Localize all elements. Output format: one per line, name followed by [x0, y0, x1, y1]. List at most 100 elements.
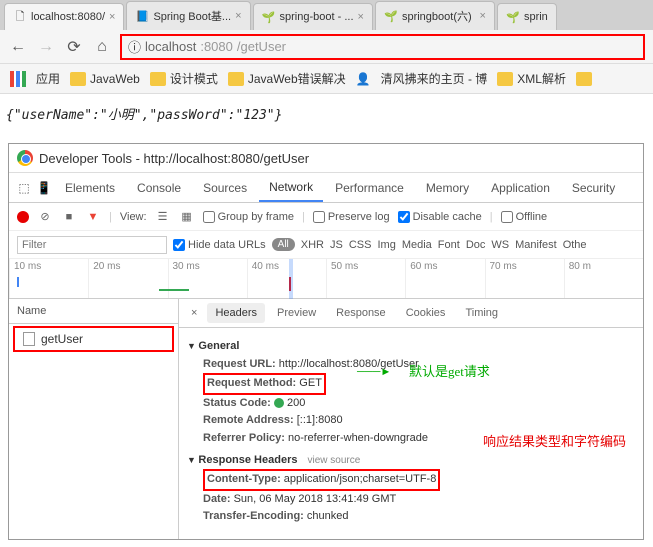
filter-img[interactable]: Img: [377, 239, 395, 251]
bookmark-folder[interactable]: JavaWeb: [70, 72, 140, 86]
filter-manifest[interactable]: Manifest: [515, 239, 557, 251]
apps-icon[interactable]: [10, 71, 26, 87]
panel-network[interactable]: Network: [259, 174, 323, 202]
bookmarks-bar: 应用 JavaWeb 设计模式 JavaWeb错误解决 👤 清风拂来的主页 - 博…: [0, 64, 653, 94]
checkbox-label: Offline: [516, 211, 548, 223]
content-type-row: Content-Type: application/json;charset=U…: [203, 469, 635, 491]
bookmark-folder[interactable]: 设计模式: [150, 70, 218, 87]
url-input[interactable]: ⓘ localhost:8080/getUser: [120, 34, 645, 60]
info-icon[interactable]: ⓘ: [128, 37, 141, 56]
filter-font[interactable]: Font: [438, 239, 460, 251]
network-filter-bar: Hide data URLs All XHR JS CSS Img Media …: [9, 231, 643, 259]
filter-all[interactable]: All: [272, 238, 295, 251]
panel-performance[interactable]: Performance: [325, 175, 414, 201]
devtools-panel-tabs: ⬚ 📱 Elements Console Sources Network Per…: [9, 173, 643, 203]
detail-tab-response[interactable]: Response: [328, 303, 394, 323]
general-section[interactable]: General: [187, 338, 635, 356]
panel-elements[interactable]: Elements: [55, 175, 125, 201]
close-icon[interactable]: ×: [358, 11, 364, 23]
headers-body: General Request URL: http://localhost:80…: [179, 328, 643, 532]
filter-js[interactable]: JS: [330, 239, 343, 251]
capture-button[interactable]: ■: [61, 211, 77, 223]
filter-media[interactable]: Media: [402, 239, 432, 251]
network-main: Name getUser × Headers Preview Response …: [9, 299, 643, 539]
apps-label[interactable]: 应用: [36, 70, 60, 87]
clear-button[interactable]: ⊘: [37, 210, 53, 223]
preserve-log-checkbox[interactable]: Preserve log: [313, 211, 390, 223]
filter-toggle[interactable]: ▼: [85, 211, 101, 223]
panel-security[interactable]: Security: [562, 175, 625, 201]
close-details[interactable]: ×: [185, 303, 203, 323]
offline-checkbox[interactable]: Offline: [501, 211, 548, 223]
close-icon[interactable]: ×: [235, 10, 241, 22]
view-label: View:: [120, 211, 147, 223]
folder-icon: [228, 72, 244, 86]
bookmark-user-icon[interactable]: 👤: [356, 72, 371, 86]
detail-tab-timing[interactable]: Timing: [457, 303, 506, 323]
close-icon[interactable]: ×: [109, 11, 115, 23]
name-column-header[interactable]: Name: [9, 299, 178, 324]
filter-other[interactable]: Othe: [563, 239, 587, 251]
home-button[interactable]: ⌂: [92, 38, 112, 56]
devtools-window: Developer Tools - http://localhost:8080/…: [8, 143, 644, 540]
annotation-request: 默认是get请求: [409, 362, 490, 383]
date-row: Date: Sun, 06 May 2018 13:41:49 GMT: [203, 491, 635, 509]
panel-sources[interactable]: Sources: [193, 175, 257, 201]
view-grid-icon[interactable]: ▦: [179, 210, 195, 223]
panel-memory[interactable]: Memory: [416, 175, 479, 201]
view-list-icon[interactable]: ☰: [155, 210, 171, 223]
filter-css[interactable]: CSS: [349, 239, 372, 251]
status-code-row: Status Code: 200: [203, 395, 635, 413]
tab-1[interactable]: 📘 Spring Boot基... ×: [126, 1, 250, 30]
filter-input[interactable]: [17, 236, 167, 254]
view-source-link[interactable]: view source: [307, 455, 360, 466]
forward-button[interactable]: →: [36, 38, 56, 56]
detail-tab-preview[interactable]: Preview: [269, 303, 324, 323]
reload-button[interactable]: ⟳: [64, 37, 84, 57]
tab-3[interactable]: 🌱springboot(六)×: [375, 1, 495, 30]
tab-2[interactable]: 🌱spring-boot - ...×: [253, 3, 373, 30]
panel-application[interactable]: Application: [481, 175, 560, 201]
close-icon[interactable]: ×: [480, 10, 486, 22]
bookmark-folder[interactable]: XML解析: [497, 70, 566, 87]
detail-tab-cookies[interactable]: Cookies: [398, 303, 454, 323]
filter-xhr[interactable]: XHR: [301, 239, 324, 251]
bookmark-label[interactable]: 清风拂来的主页 - 博: [381, 70, 488, 87]
tab-title: Spring Boot基...: [153, 8, 231, 24]
folder-icon: [70, 72, 86, 86]
page-icon: 📘: [135, 9, 149, 23]
tab-title: localhost:8080/: [31, 11, 105, 23]
filter-doc[interactable]: Doc: [466, 239, 486, 251]
browser-tabs: 🗋 localhost:8080/ × 📘 Spring Boot基... × 🌱spr…: [0, 0, 653, 30]
page-icon: 🗋: [13, 10, 27, 24]
checkbox-label: Group by frame: [218, 211, 294, 223]
inspect-icon[interactable]: ⬚: [15, 181, 33, 195]
bookmark-folder[interactable]: JavaWeb错误解决: [228, 70, 346, 87]
hide-data-urls-checkbox[interactable]: Hide data URLs: [173, 239, 266, 251]
tab-0[interactable]: 🗋 localhost:8080/ ×: [4, 3, 124, 30]
disable-cache-checkbox[interactable]: Disable cache: [398, 211, 482, 223]
url-port: :8080: [200, 39, 233, 54]
request-name: getUser: [41, 332, 83, 346]
network-toolbar: ⊘ ■ ▼ | View: ☰ ▦ Group by frame | Prese…: [9, 203, 643, 231]
back-button[interactable]: ←: [8, 38, 28, 56]
checkbox-label: Hide data URLs: [188, 239, 266, 251]
network-timeline[interactable]: 10 ms 20 ms 30 ms 40 ms 50 ms 60 ms 70 m…: [9, 259, 643, 299]
response-headers-section[interactable]: Response Headersview source: [187, 452, 635, 470]
group-by-frame-checkbox[interactable]: Group by frame: [203, 211, 294, 223]
folder-icon[interactable]: [576, 72, 592, 86]
tab-4[interactable]: 🌱sprin: [497, 3, 557, 30]
bookmark-label: JavaWeb错误解决: [248, 70, 346, 87]
device-icon[interactable]: 📱: [35, 181, 53, 195]
arrow-icon: ───►: [357, 364, 391, 382]
detail-tab-headers[interactable]: Headers: [207, 303, 265, 323]
remote-address-row: Remote Address: [::1]:8080: [203, 412, 635, 430]
record-button[interactable]: [17, 211, 29, 223]
filter-ws[interactable]: WS: [491, 239, 509, 251]
page-response: {"userName":"小明","passWord":"123"}: [0, 94, 653, 133]
panel-console[interactable]: Console: [127, 175, 191, 201]
request-item[interactable]: getUser: [13, 326, 174, 352]
annotation-response: 响应结果类型和字符编码: [483, 432, 626, 453]
timeline-overlay: [9, 277, 643, 291]
bookmark-label: JavaWeb: [90, 72, 140, 86]
